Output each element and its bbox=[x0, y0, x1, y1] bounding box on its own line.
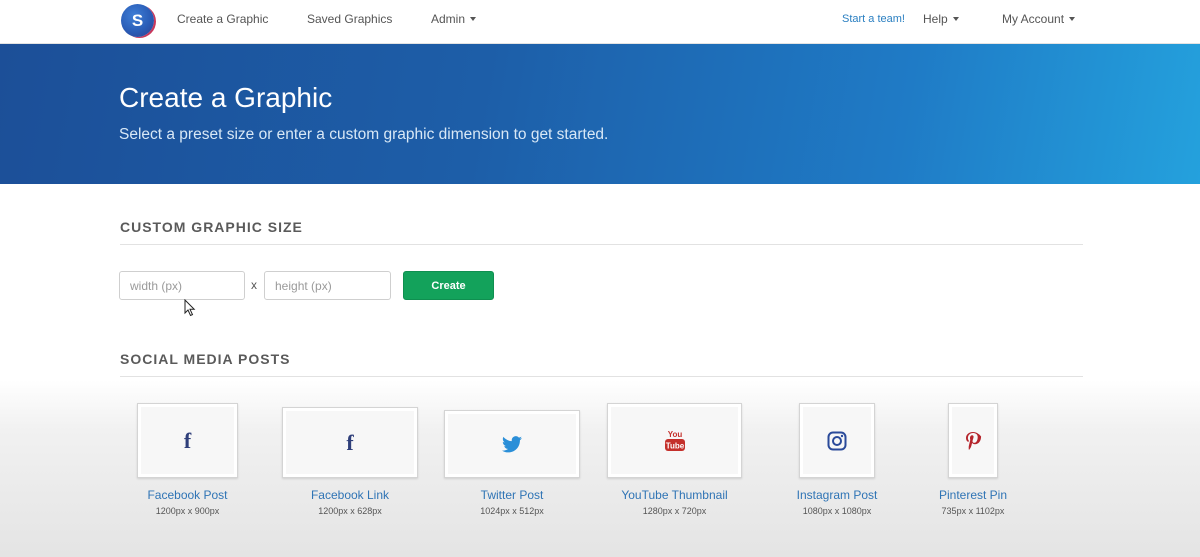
chevron-down-icon bbox=[470, 17, 477, 21]
preset-instagram-post-size: 1080px x 1080px bbox=[802, 506, 872, 516]
page-title: Create a Graphic bbox=[119, 82, 333, 113]
page-subtitle: Select a preset size or enter a custom g… bbox=[119, 126, 609, 143]
mouse-pointer-icon bbox=[184, 299, 196, 317]
app-logo[interactable]: S bbox=[121, 4, 154, 37]
preset-facebook-link-size: 1200px x 628px bbox=[318, 506, 382, 516]
facebook-icon: f bbox=[183, 427, 192, 453]
preset-youtube-thumbnail-label[interactable]: YouTube Thumbnail bbox=[599, 488, 750, 502]
youtube-icon: You Tube bbox=[664, 430, 685, 451]
preset-twitter-post-size: 1024px x 512px bbox=[480, 506, 544, 516]
section-divider bbox=[120, 376, 1083, 377]
nav-saved-graphics[interactable]: Saved Graphics bbox=[307, 12, 392, 26]
nav-help-dropdown[interactable]: Help bbox=[923, 12, 959, 26]
preset-facebook-post[interactable]: f bbox=[137, 403, 238, 478]
nav-my-account-label: My Account bbox=[1002, 12, 1065, 26]
preset-twitter-post[interactable] bbox=[444, 410, 580, 478]
preset-facebook-post-label[interactable]: Facebook Post bbox=[117, 488, 258, 502]
preset-instagram-post[interactable] bbox=[799, 403, 875, 478]
height-input[interactable] bbox=[264, 271, 391, 300]
create-button[interactable]: Create bbox=[403, 271, 494, 300]
preset-youtube-thumbnail[interactable]: You Tube bbox=[607, 403, 742, 478]
preset-pinterest-pin-size: 735px x 1102px bbox=[941, 506, 1005, 516]
preset-facebook-post-size: 1200px x 900px bbox=[155, 506, 220, 516]
top-navbar: S Create a Graphic Saved Graphics Admin … bbox=[0, 0, 1200, 44]
svg-text:Tube: Tube bbox=[665, 441, 684, 450]
instagram-icon bbox=[827, 431, 847, 450]
nav-create-graphic[interactable]: Create a Graphic bbox=[177, 12, 268, 26]
preset-instagram-post-label[interactable]: Instagram Post bbox=[767, 488, 907, 502]
facebook-icon: f bbox=[346, 429, 354, 455]
social-posts-heading: SOCIAL MEDIA POSTS bbox=[120, 351, 291, 367]
preset-pinterest-pin[interactable] bbox=[948, 403, 998, 478]
nav-help-label: Help bbox=[923, 12, 948, 26]
preset-twitter-post-label[interactable]: Twitter Post bbox=[442, 488, 582, 502]
nav-my-account-dropdown[interactable]: My Account bbox=[1002, 12, 1076, 26]
svg-text:You: You bbox=[667, 430, 682, 439]
preset-facebook-link[interactable]: f bbox=[282, 407, 418, 478]
chevron-down-icon bbox=[1069, 17, 1076, 21]
hero-banner: Create a Graphic Select a preset size or… bbox=[0, 44, 1200, 184]
preset-pinterest-pin-label[interactable]: Pinterest Pin bbox=[903, 488, 1043, 502]
preset-facebook-link-label[interactable]: Facebook Link bbox=[280, 488, 420, 502]
width-input[interactable] bbox=[119, 271, 245, 300]
nav-admin-dropdown[interactable]: Admin bbox=[431, 12, 477, 26]
chevron-down-icon bbox=[952, 17, 959, 21]
preset-youtube-thumbnail-size: 1280px x 720px bbox=[642, 506, 707, 516]
twitter-icon bbox=[502, 435, 522, 452]
start-team-link[interactable]: Start a team! bbox=[842, 13, 905, 25]
custom-size-heading: CUSTOM GRAPHIC SIZE bbox=[120, 219, 303, 235]
section-divider bbox=[120, 244, 1083, 245]
nav-admin-label: Admin bbox=[431, 12, 466, 26]
pinterest-icon bbox=[966, 431, 982, 450]
times-separator: x bbox=[251, 278, 257, 292]
